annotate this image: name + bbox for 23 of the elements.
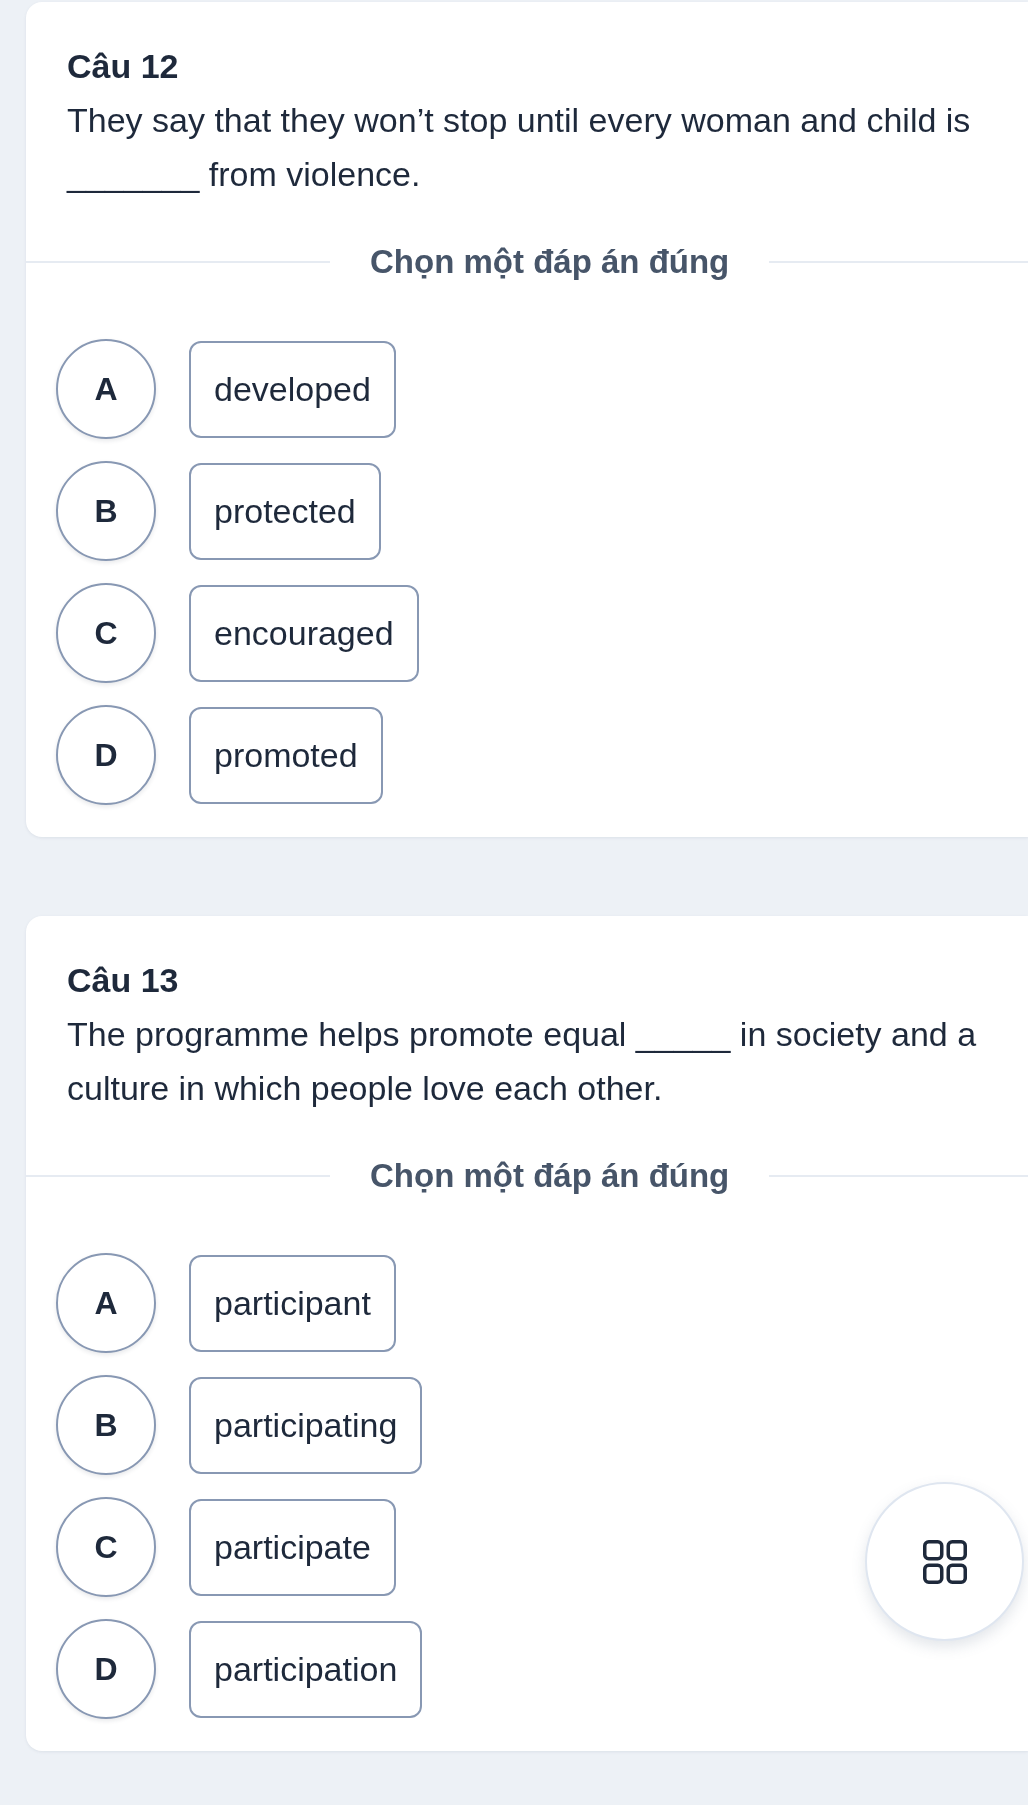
question-text: The programme helps promote equal _____ in society and a culture in which people love each other. bbox=[67, 1014, 978, 1109]
question-number: Câu 13 bbox=[67, 960, 180, 1001]
option-letter[interactable]: B bbox=[56, 1375, 156, 1475]
option-letter[interactable]: C bbox=[56, 1497, 156, 1597]
question-text: They say that they won’t stop until every woman and child is _______ from violence. bbox=[67, 100, 972, 195]
answer-option[interactable]: participation bbox=[189, 1620, 423, 1718]
answer-option[interactable]: participating bbox=[189, 1376, 423, 1474]
question-number: Câu 12 bbox=[67, 46, 180, 87]
answer-option[interactable]: encouraged bbox=[189, 584, 419, 682]
instruction-label: Chọn một đáp án đúng bbox=[370, 242, 730, 282]
answer-option[interactable]: participate bbox=[189, 1498, 396, 1596]
answer-option[interactable]: protected bbox=[189, 462, 381, 560]
option-letter[interactable]: C bbox=[56, 583, 156, 683]
option-letter[interactable]: A bbox=[56, 1253, 156, 1353]
option-letter[interactable]: D bbox=[56, 1619, 156, 1719]
option-letter[interactable]: D bbox=[56, 705, 156, 805]
answer-option[interactable]: participant bbox=[189, 1254, 396, 1352]
instruction-label: Chọn một đáp án đúng bbox=[370, 1156, 730, 1196]
answer-option[interactable]: developed bbox=[189, 340, 396, 438]
grid-icon bbox=[922, 1539, 967, 1584]
option-letter[interactable]: A bbox=[56, 339, 156, 439]
option-letter[interactable]: B bbox=[56, 461, 156, 561]
answer-option[interactable]: promoted bbox=[189, 706, 383, 804]
